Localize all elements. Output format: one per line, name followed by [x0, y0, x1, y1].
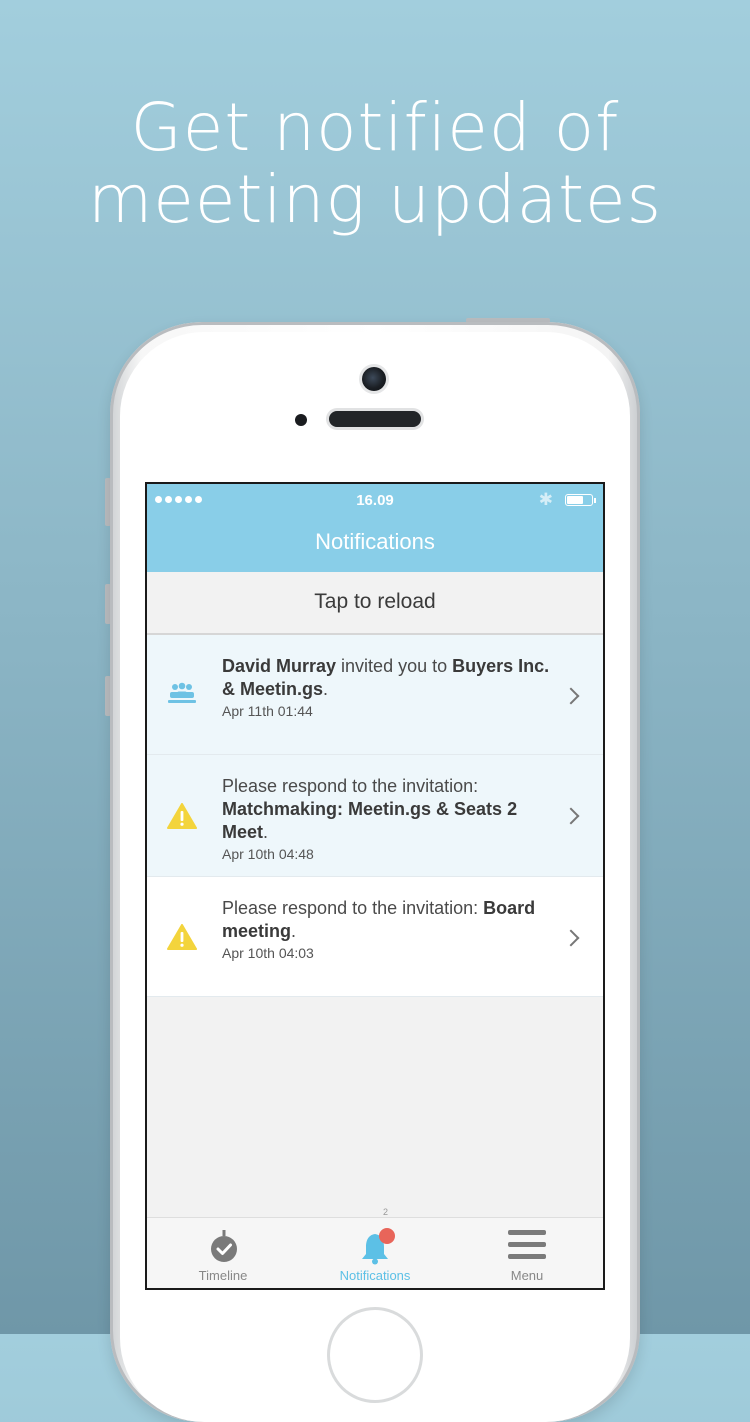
phone-screen: 16.09 ✱ Notifications Tap to reload Davi… — [145, 482, 605, 1290]
tab-notifications[interactable]: 2 Notifications — [299, 1207, 451, 1288]
notification-message: Please respond to the invitation: Board … — [222, 898, 536, 941]
bluetooth-icon: ✱ — [538, 490, 553, 509]
notification-message: Please respond to the invitation: Matchm… — [222, 776, 518, 842]
chevron-right-icon — [562, 807, 580, 825]
headline: Get notified of meeting updates — [0, 92, 750, 236]
tab-timeline[interactable]: Timeline — [147, 1218, 299, 1288]
chevron-right-icon — [562, 929, 580, 947]
timeline-check-icon — [209, 1230, 239, 1269]
chevron-right-icon — [562, 687, 580, 705]
status-bar: 16.09 ✱ — [147, 484, 603, 516]
front-camera — [362, 367, 386, 391]
warning-icon — [167, 803, 197, 834]
status-time: 16.09 — [356, 492, 394, 509]
headline-line-1: Get notified of — [130, 89, 620, 166]
notification-message: David Murray invited you to Buyers Inc. … — [222, 656, 550, 699]
tab-menu[interactable]: Menu — [451, 1218, 603, 1288]
reload-button[interactable]: Tap to reload — [147, 572, 603, 635]
proximity-sensor — [295, 414, 307, 426]
notification-badge-count: 2 — [383, 1207, 389, 1217]
notification-time: Apr 10th 04:03 — [222, 945, 314, 961]
bell-icon — [359, 1228, 399, 1271]
notification-time: Apr 11th 01:44 — [222, 703, 313, 719]
notification-item[interactable]: Please respond to the invitation: Matchm… — [147, 755, 603, 877]
page-title: Notifications — [315, 529, 435, 554]
nav-bar: Notifications — [147, 516, 603, 572]
people-icon — [167, 682, 197, 709]
battery-icon — [565, 494, 596, 506]
hamburger-menu-icon — [508, 1230, 546, 1265]
earpiece-speaker — [329, 411, 421, 427]
warning-icon — [167, 924, 197, 955]
tab-label: Notifications — [339, 1268, 411, 1283]
notification-time: Apr 10th 04:48 — [222, 846, 314, 862]
notification-list: David Murray invited you to Buyers Inc. … — [147, 635, 603, 997]
tab-bar: Timeline 2 Notifications Menu — [147, 1207, 603, 1288]
reload-label: Tap to reload — [314, 590, 436, 613]
home-button[interactable] — [330, 1310, 420, 1400]
headline-line-2: meeting updates — [87, 161, 663, 238]
tab-label: Menu — [510, 1268, 544, 1283]
tab-label: Timeline — [198, 1268, 248, 1283]
notification-item[interactable]: David Murray invited you to Buyers Inc. … — [147, 635, 603, 755]
notification-item[interactable]: Please respond to the invitation: Board … — [147, 877, 603, 997]
